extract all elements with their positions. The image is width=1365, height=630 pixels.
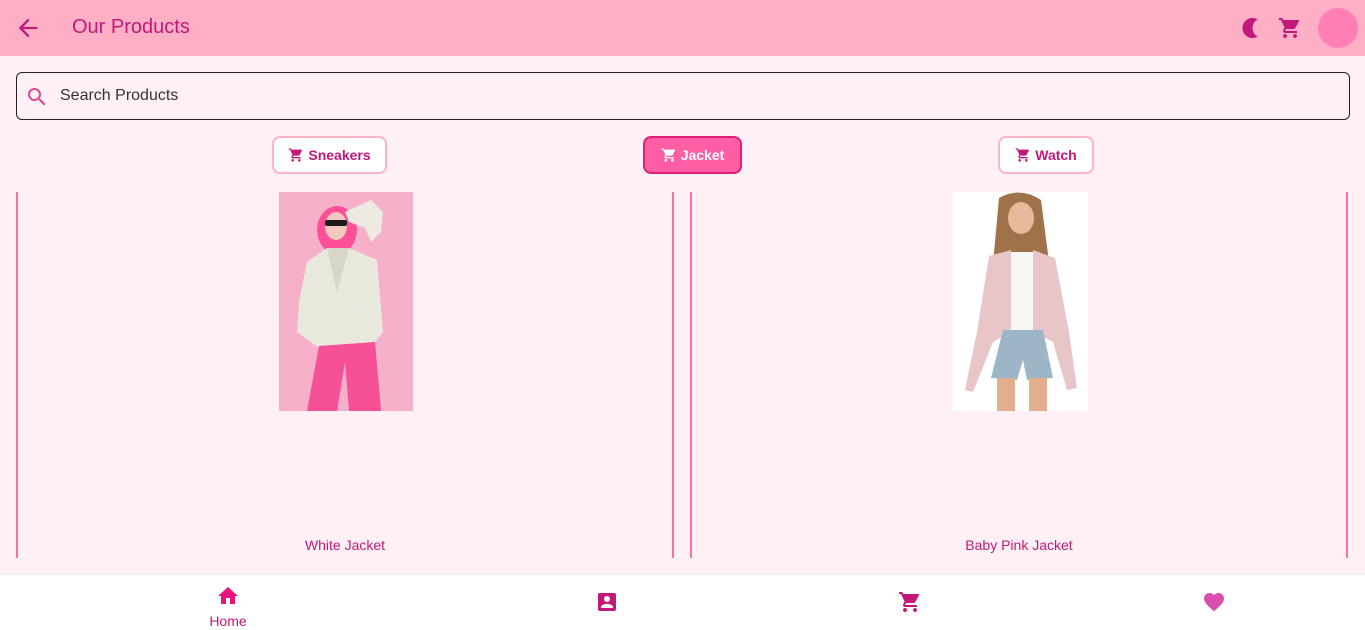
product-card-white-jacket[interactable]: White Jacket <box>16 192 674 558</box>
arrow-left-icon <box>18 18 38 38</box>
category-chip-jacket[interactable]: Jacket <box>643 136 742 174</box>
heart-icon <box>1204 593 1224 612</box>
cart-icon <box>1015 148 1030 162</box>
cart-button[interactable] <box>1278 16 1302 40</box>
cart-icon <box>661 148 675 162</box>
product-card-baby-pink-jacket[interactable]: Baby Pink Jacket <box>690 192 1348 558</box>
product-image-baby-pink-jacket <box>953 192 1088 411</box>
nav-item-contact[interactable] <box>547 575 667 630</box>
avatar[interactable] <box>1318 8 1358 48</box>
nav-label-home: Home <box>209 613 247 629</box>
nav-item-cart[interactable] <box>850 575 970 630</box>
nav-item-favorites[interactable] <box>1154 575 1274 630</box>
product-image-white-jacket <box>279 192 413 411</box>
cart-icon <box>289 148 303 162</box>
bottom-navigation: Home <box>0 574 1365 630</box>
nav-item-home[interactable]: Home <box>168 575 288 630</box>
page-title: Our Products <box>72 16 190 38</box>
back-button[interactable] <box>14 14 42 42</box>
product-name: Baby Pink Jacket <box>965 537 1073 553</box>
category-chip-sneakers[interactable]: Sneakers <box>272 136 387 174</box>
cart-icon <box>899 592 920 612</box>
search-input[interactable] <box>60 83 1330 109</box>
category-chip-label: Jacket <box>680 147 725 163</box>
home-icon <box>218 587 238 604</box>
cart-icon <box>1279 18 1300 38</box>
contact-icon <box>598 593 616 611</box>
product-name: White Jacket <box>304 537 386 553</box>
search-bar <box>16 72 1350 120</box>
app-bar: Our Products <box>0 0 1365 56</box>
search-icon <box>28 88 46 106</box>
category-chip-label: Watch <box>1035 147 1077 163</box>
category-chip-watch[interactable]: Watch <box>998 136 1094 174</box>
theme-toggle-button[interactable] <box>1238 16 1262 40</box>
category-chip-label: Sneakers <box>308 147 371 163</box>
moon-icon <box>1242 18 1258 38</box>
